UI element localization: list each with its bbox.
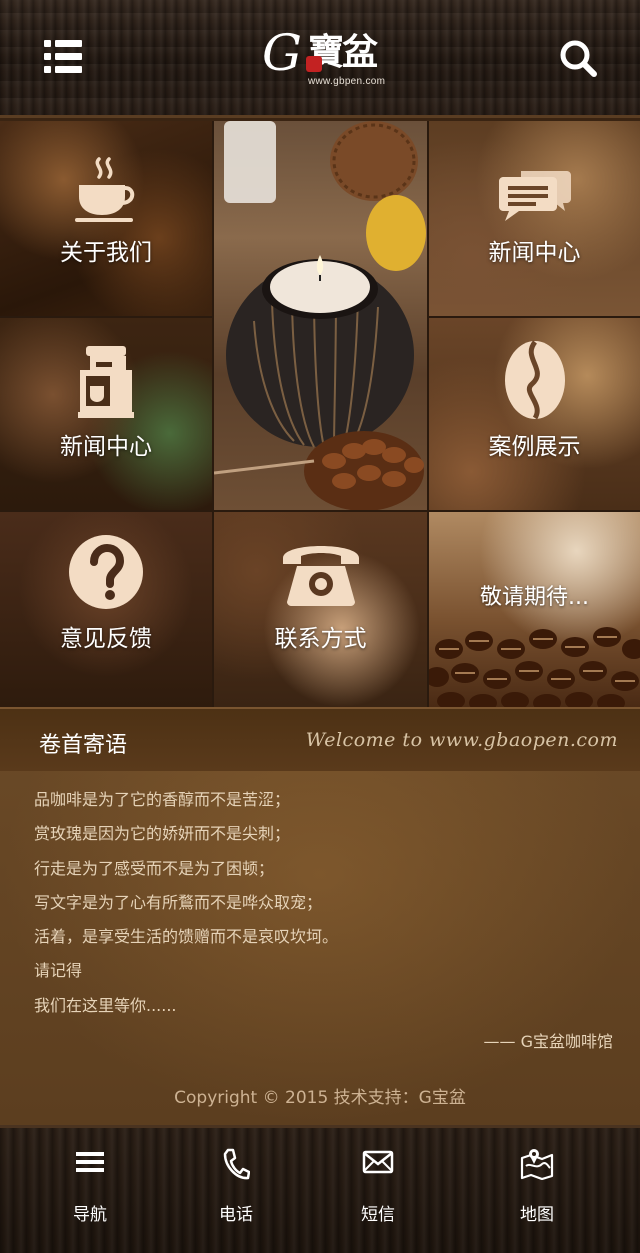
tile-label: 意见反馈 (60, 626, 152, 652)
poem-line: 活着，是享受生活的馈赠而不是哀叹坎坷。 (34, 927, 339, 947)
envelope-icon (362, 1148, 394, 1180)
poem-line: 行走是为了感受而不是为了困顿； (34, 858, 275, 878)
intro-title: 卷首寄语 (39, 733, 128, 758)
poem-line: 写文字是为了心有所鶩而不是哗众取宠； (34, 892, 323, 912)
nav-label: 导航 (73, 1205, 107, 1225)
phone-icon (222, 1148, 251, 1184)
tile-label: 案例展示 (488, 434, 581, 460)
copyright-text: Copyright © 2015 技术支持：G宝盆 (174, 1088, 466, 1108)
nav-menu-button[interactable]: 导航 (30, 1128, 150, 1253)
tile-contact[interactable]: 联系方式 (214, 512, 427, 707)
nav-label: 地图 (520, 1205, 554, 1225)
tile-news-center[interactable]: 新闻中心 (429, 121, 640, 316)
coffee-machine-icon (78, 346, 134, 422)
tile-label: 新闻中心 (488, 240, 581, 266)
bottom-nav: 导航 电话 短信 地图 (0, 1125, 640, 1253)
nav-map-button[interactable]: 地图 (477, 1128, 597, 1253)
nav-sms-button[interactable]: 短信 (318, 1128, 438, 1253)
question-icon (68, 534, 144, 614)
candle-image (214, 121, 427, 510)
intro-header: 卷首寄语 Welcome to www.gbaopen.com (0, 707, 640, 771)
tile-about-us[interactable]: 关于我们 (0, 121, 212, 316)
coffee-cup-icon (75, 157, 137, 227)
tile-label: 新闻中心 (60, 434, 152, 460)
tile-label: 敬请期待... (480, 585, 589, 610)
intro-poem: 品咖啡是为了它的香醇而不是苦涩； 赏玫瑰是因为它的娇妍而不是尖刺； 行走是为了感… (34, 790, 614, 1030)
coffee-beans-image (429, 627, 640, 707)
tile-label: 关于我们 (60, 240, 152, 266)
map-icon (520, 1148, 554, 1184)
intro-section: 卷首寄语 Welcome to www.gbaopen.com 品咖啡是为了它的… (0, 707, 640, 1125)
nav-phone-button[interactable]: 电话 (176, 1128, 296, 1253)
logo-seal-icon (306, 56, 322, 72)
poem-line: 品咖啡是为了它的香醇而不是苦涩； (34, 790, 291, 809)
tile-case-showcase[interactable]: 案例展示 (429, 318, 640, 510)
tile-grid: 关于我们 新闻中心 新闻中心 案例展示 意见反馈 联系方式 敬请期待... (0, 121, 640, 707)
logo-url: www.gbpen.com (308, 76, 386, 87)
tile-label: 联系方式 (274, 626, 367, 652)
poem-line: 赏玫瑰是因为它的娇妍而不是尖刺； (34, 824, 291, 844)
header-bar: G 寶盆 www.gbpen.com (0, 0, 640, 118)
coffee-bean-icon (504, 340, 566, 424)
nav-label: 短信 (361, 1205, 395, 1225)
site-logo[interactable]: G 寶盆 www.gbpen.com (262, 24, 386, 90)
poem-line: 我们在这里等你...... (34, 995, 177, 1015)
tile-feedback[interactable]: 意见反馈 (0, 512, 212, 707)
tile-coming-soon[interactable]: 敬请期待... (429, 512, 640, 707)
search-icon[interactable] (558, 38, 598, 78)
welcome-text: Welcome to www.gbaopen.com (305, 729, 618, 751)
logo-mark: G (262, 24, 302, 82)
signature: —— G宝盆咖啡馆 (483, 1032, 614, 1051)
list-menu-icon[interactable] (44, 40, 82, 74)
nav-label: 电话 (219, 1205, 253, 1225)
telephone-icon (281, 536, 361, 610)
tile-news-center-2[interactable]: 新闻中心 (0, 318, 212, 510)
poem-line: 请记得 (34, 961, 83, 981)
message-icon (498, 165, 571, 227)
menu-icon (75, 1148, 105, 1180)
